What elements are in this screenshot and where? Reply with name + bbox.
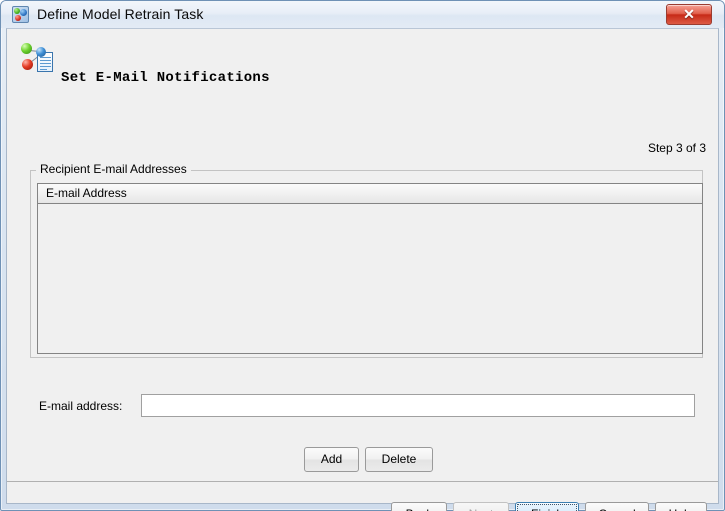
page-title: Set E-Mail Notifications [61,70,270,86]
add-button[interactable]: Add [304,447,359,472]
step-indicator: Step 3 of 3 [647,141,706,155]
wizard-banner: Set E-Mail Notifications [7,29,718,99]
next-button: Next [453,502,509,511]
footer-separator [7,481,718,482]
email-address-input[interactable] [141,394,695,417]
email-address-label: E-mail address: [39,399,123,413]
close-icon: ✕ [683,6,695,22]
table-column-header-email-address[interactable]: E-mail Address [38,184,127,203]
dialog-client-area: Set E-Mail Notifications Step 3 of 3 Rec… [6,28,719,511]
model-document-icon [19,42,59,74]
cancel-button[interactable]: Cancel [585,502,649,511]
window-title: Define Model Retrain Task [37,6,204,22]
app-window-icon [12,6,29,23]
delete-button[interactable]: Delete [365,447,433,472]
email-address-table[interactable]: E-mail Address [37,183,703,354]
table-body-empty[interactable] [38,204,702,353]
title-bar: Define Model Retrain Task ✕ [1,1,724,28]
close-button[interactable]: ✕ [666,4,712,25]
help-button[interactable]: Help [655,502,707,511]
finish-button[interactable]: Finish [515,502,579,511]
dialog-window: Define Model Retrain Task ✕ Set E-Mail N… [0,0,725,511]
recipient-group-label: Recipient E-mail Addresses [36,162,191,176]
table-header-row: E-mail Address [38,184,702,204]
back-button[interactable]: Back [391,502,447,511]
